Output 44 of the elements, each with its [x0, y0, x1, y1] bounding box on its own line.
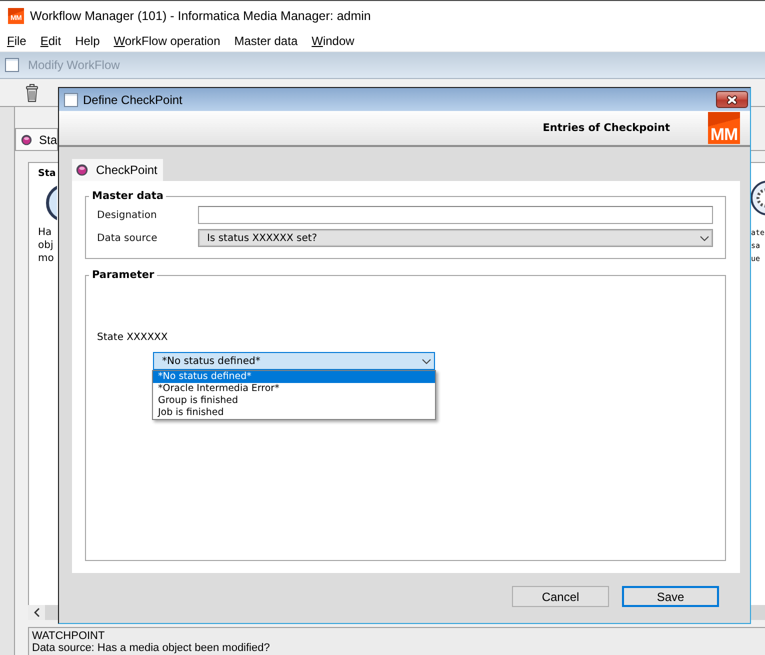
- dropdown-option[interactable]: Job is finished: [153, 407, 435, 419]
- menu-item[interactable]: Help: [68, 31, 107, 51]
- node-title: Sta: [38, 168, 56, 180]
- window-icon: [64, 92, 78, 106]
- scroll-left-button[interactable]: [28, 605, 45, 620]
- dialog-button[interactable]: Cancel: [512, 586, 609, 607]
- trash-icon[interactable]: [26, 84, 38, 102]
- section-title: Master data: [91, 190, 164, 203]
- window-title: Workflow Manager (101) - Informatica Media Manager: admin: [30, 9, 371, 23]
- dropdown[interactable]: Is status XXXXXX set?: [198, 229, 713, 247]
- menu-item[interactable]: Window: [304, 31, 362, 51]
- chevron-down-icon: [422, 358, 431, 364]
- field-label: Designation: [97, 210, 158, 220]
- close-icon: [726, 94, 738, 104]
- dropdown-option[interactable]: *No status defined*: [153, 371, 435, 383]
- dropdown-option[interactable]: *Oracle Intermedia Error*: [153, 383, 435, 395]
- dialog-title: Define CheckPoint: [83, 92, 182, 106]
- dropdown-option[interactable]: Group is finished: [153, 395, 435, 407]
- section-title: Parameter: [91, 269, 156, 282]
- close-button[interactable]: [716, 91, 748, 108]
- window-title: Modify WorkFlow: [28, 58, 120, 72]
- chevron-down-icon: [700, 236, 709, 240]
- status-text: Data source: Has a media object been modified?: [32, 642, 271, 654]
- status-text: WATCHPOINT: [32, 630, 106, 642]
- node-text: mo: [38, 252, 54, 265]
- orb-icon: [21, 134, 32, 146]
- header-title: Entries of Checkpoint: [542, 122, 670, 134]
- window-icon: [5, 58, 19, 72]
- menu-item[interactable]: Master data: [227, 31, 305, 51]
- dialog-button[interactable]: Save: [622, 586, 719, 607]
- menu-item[interactable]: WorkFlow operation: [106, 31, 228, 51]
- node-text: obj: [38, 239, 54, 252]
- dropdown[interactable]: *No status defined*: [153, 352, 435, 370]
- tab[interactable]: CheckPoint: [72, 159, 163, 181]
- chevron-left-icon: [34, 608, 40, 617]
- field-label: Data source: [97, 232, 158, 244]
- tab[interactable]: Sta: [15, 128, 58, 150]
- orb-icon: [76, 164, 88, 176]
- menu-item[interactable]: Edit: [33, 31, 68, 51]
- app-logo: MM: [708, 112, 740, 144]
- node-text: Ha: [38, 226, 53, 239]
- text-field[interactable]: [198, 206, 713, 224]
- menu-item[interactable]: File: [0, 31, 34, 51]
- field-label: State XXXXXX: [97, 331, 168, 344]
